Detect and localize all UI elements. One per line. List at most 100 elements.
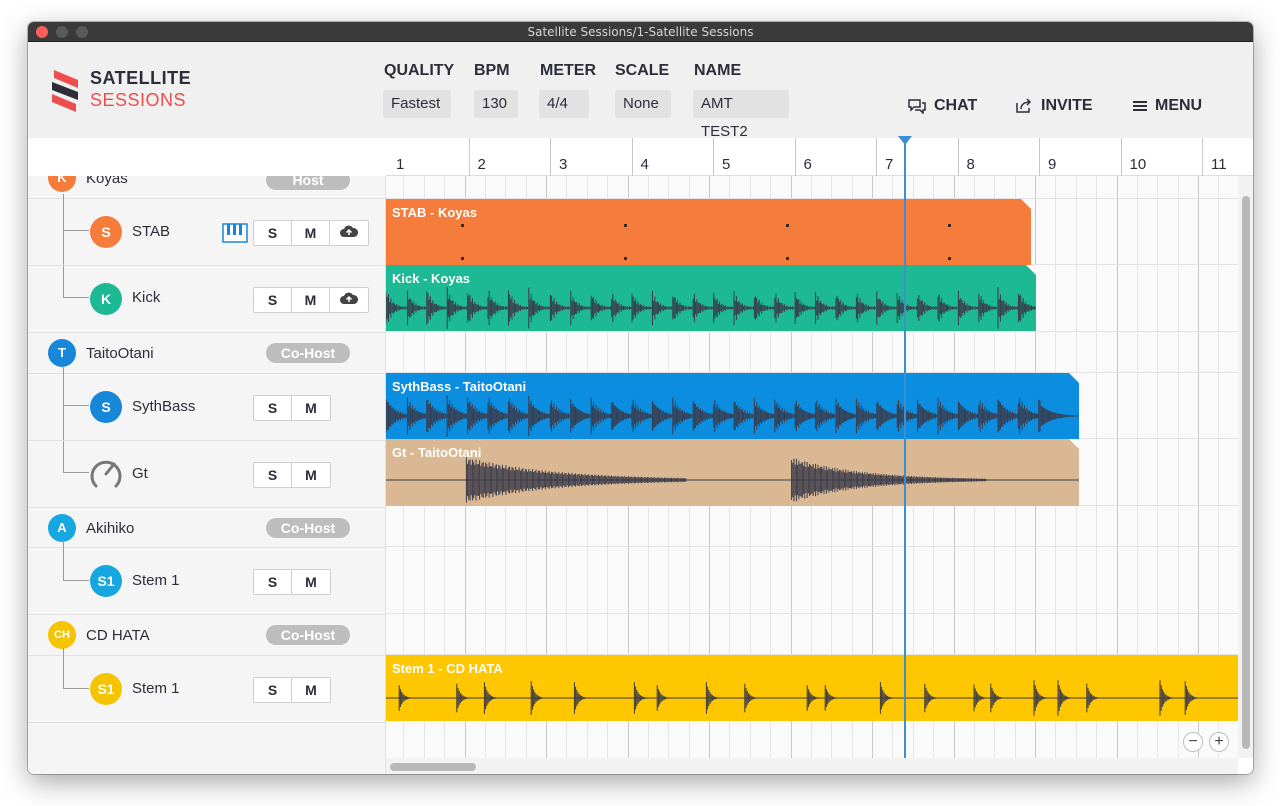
track-controls: S M bbox=[253, 220, 369, 246]
clip-sythbass[interactable]: SythBass - TaitoOtani bbox=[386, 373, 1079, 439]
horizontal-scroll-thumb[interactable] bbox=[390, 763, 476, 771]
clip-gt[interactable]: Gt - TaitoOtani bbox=[386, 439, 1079, 506]
track-avatar: S1 bbox=[90, 673, 122, 705]
track-name: Gt bbox=[132, 465, 148, 482]
track-panel: K Koyas Host S STAB S M K Kick S M T Tai… bbox=[28, 176, 386, 774]
solo-button[interactable]: S bbox=[254, 288, 292, 312]
mute-button[interactable]: M bbox=[292, 678, 330, 702]
quality-select[interactable]: Fastest bbox=[383, 90, 451, 118]
piano-keys-icon[interactable] bbox=[222, 223, 248, 243]
bar-tick bbox=[957, 138, 959, 176]
user-name: TaitoOtani bbox=[86, 345, 154, 362]
user-row-koyas[interactable]: K Koyas Host bbox=[28, 176, 385, 199]
track-row-sythbass[interactable]: S SythBass S M bbox=[28, 374, 385, 441]
scale-label: SCALE bbox=[615, 62, 670, 79]
track-avatar: S bbox=[90, 216, 122, 248]
mute-button[interactable]: M bbox=[292, 570, 330, 594]
chat-icon bbox=[908, 99, 926, 114]
track-row-stab[interactable]: S STAB S M bbox=[28, 199, 385, 266]
upload-button[interactable] bbox=[330, 221, 368, 245]
bar-number: 8 bbox=[966, 156, 975, 173]
bar-number: 4 bbox=[640, 156, 649, 173]
zoom-in-button[interactable]: + bbox=[1209, 732, 1229, 752]
mute-button[interactable]: M bbox=[292, 463, 330, 487]
clip-stab[interactable]: STAB - Koyas bbox=[386, 199, 1031, 265]
user-row-cdhata[interactable]: CH CD HATA Co-Host bbox=[28, 615, 385, 656]
logo-line1: SATELLITE bbox=[90, 68, 192, 88]
clip-stem1-cdhata[interactable]: Stem 1 - CD HATA bbox=[386, 655, 1238, 721]
app-window: Satellite Sessions/1-Satellite Sessions … bbox=[28, 22, 1253, 774]
track-name: STAB bbox=[132, 223, 171, 240]
bpm-label: BPM bbox=[474, 62, 510, 79]
mute-button[interactable]: M bbox=[292, 288, 330, 312]
zoom-out-button[interactable]: − bbox=[1183, 732, 1203, 752]
bar-tick bbox=[550, 138, 551, 176]
avatar: T bbox=[48, 339, 76, 367]
window-title: Satellite Sessions/1-Satellite Sessions bbox=[527, 25, 754, 39]
header: SATELLITE SESSIONS QUALITY Fastest BPM 1… bbox=[28, 42, 1253, 140]
mute-button[interactable]: M bbox=[292, 221, 330, 245]
track-name: SythBass bbox=[132, 398, 196, 415]
track-row-kick[interactable]: K Kick S M bbox=[28, 266, 385, 333]
playhead[interactable] bbox=[904, 138, 906, 774]
clip-corner bbox=[1069, 439, 1079, 449]
invite-label: INVITE bbox=[1041, 97, 1093, 114]
timeline-ruler[interactable]: 1 2 3 4 5 6 7 8 9 10 11 bbox=[386, 138, 1253, 176]
scale-select[interactable]: None bbox=[615, 90, 671, 118]
role-badge: Host bbox=[266, 176, 350, 190]
solo-button[interactable]: S bbox=[254, 221, 292, 245]
user-row-akihiko[interactable]: A Akihiko Co-Host bbox=[28, 508, 385, 548]
bar-tick bbox=[468, 138, 470, 176]
track-avatar: S bbox=[90, 391, 122, 423]
solo-button[interactable]: S bbox=[254, 396, 292, 420]
track-avatar: S1 bbox=[90, 565, 122, 597]
track-controls: S M bbox=[253, 395, 331, 421]
horizontal-scrollbar[interactable] bbox=[386, 758, 1238, 774]
invite-button[interactable]: INVITE bbox=[1015, 97, 1093, 115]
lane-divider bbox=[386, 331, 1238, 332]
avatar: A bbox=[48, 514, 76, 542]
bar-tick bbox=[631, 138, 633, 176]
user-name: Akihiko bbox=[86, 520, 135, 537]
track-row-stem1-akihiko[interactable]: S1 Stem 1 S M bbox=[28, 548, 385, 615]
playhead-marker-icon[interactable] bbox=[898, 136, 912, 145]
track-name: Stem 1 bbox=[132, 680, 180, 697]
session-name-input[interactable]: AMT TEST2 bbox=[693, 90, 789, 140]
vertical-scroll-thumb[interactable] bbox=[1242, 196, 1250, 749]
timeline-lanes[interactable]: STAB - Koyas Kick - Koyas SythBass - Tai… bbox=[386, 176, 1238, 758]
vertical-scrollbar[interactable] bbox=[1238, 176, 1253, 758]
quality-label: QUALITY bbox=[384, 62, 455, 79]
user-row-taitootani[interactable]: T TaitoOtani Co-Host bbox=[28, 333, 385, 374]
clip-corner bbox=[1026, 265, 1036, 275]
bar-number: 11 bbox=[1211, 156, 1227, 173]
ruler-spacer bbox=[28, 138, 386, 176]
clip-sythbass-title: SythBass - TaitoOtani bbox=[392, 379, 527, 394]
menu-label: MENU bbox=[1155, 97, 1203, 114]
track-name: Kick bbox=[132, 289, 161, 306]
bar-number: 5 bbox=[722, 156, 731, 173]
bpm-input[interactable]: 130 bbox=[474, 90, 518, 118]
share-icon bbox=[1016, 98, 1032, 113]
chat-button[interactable]: CHAT bbox=[908, 97, 977, 115]
bar-number: 2 bbox=[477, 156, 486, 173]
track-controls: S M bbox=[253, 462, 331, 488]
meter-select[interactable]: 4/4 bbox=[539, 90, 589, 118]
track-name: Stem 1 bbox=[132, 572, 180, 589]
track-row-stem1-cdhata[interactable]: S1 Stem 1 S M bbox=[28, 656, 385, 723]
bar-number: 3 bbox=[559, 156, 568, 173]
lane-divider bbox=[386, 546, 1238, 547]
mute-button[interactable]: M bbox=[292, 396, 330, 420]
clip-kick[interactable]: Kick - Koyas bbox=[386, 265, 1036, 331]
menu-button[interactable]: MENU bbox=[1133, 97, 1202, 115]
upload-button[interactable] bbox=[330, 288, 368, 312]
lane-divider bbox=[386, 613, 1238, 614]
role-badge: Co-Host bbox=[266, 625, 350, 645]
solo-button[interactable]: S bbox=[254, 678, 292, 702]
midi-notes-icon bbox=[461, 224, 951, 260]
bar-number: 6 bbox=[803, 156, 812, 173]
bar-tick bbox=[1120, 138, 1122, 176]
solo-button[interactable]: S bbox=[254, 463, 292, 487]
track-row-gt[interactable]: Gt S M bbox=[28, 441, 385, 508]
solo-button[interactable]: S bbox=[254, 570, 292, 594]
role-badge: Co-Host bbox=[266, 518, 350, 538]
